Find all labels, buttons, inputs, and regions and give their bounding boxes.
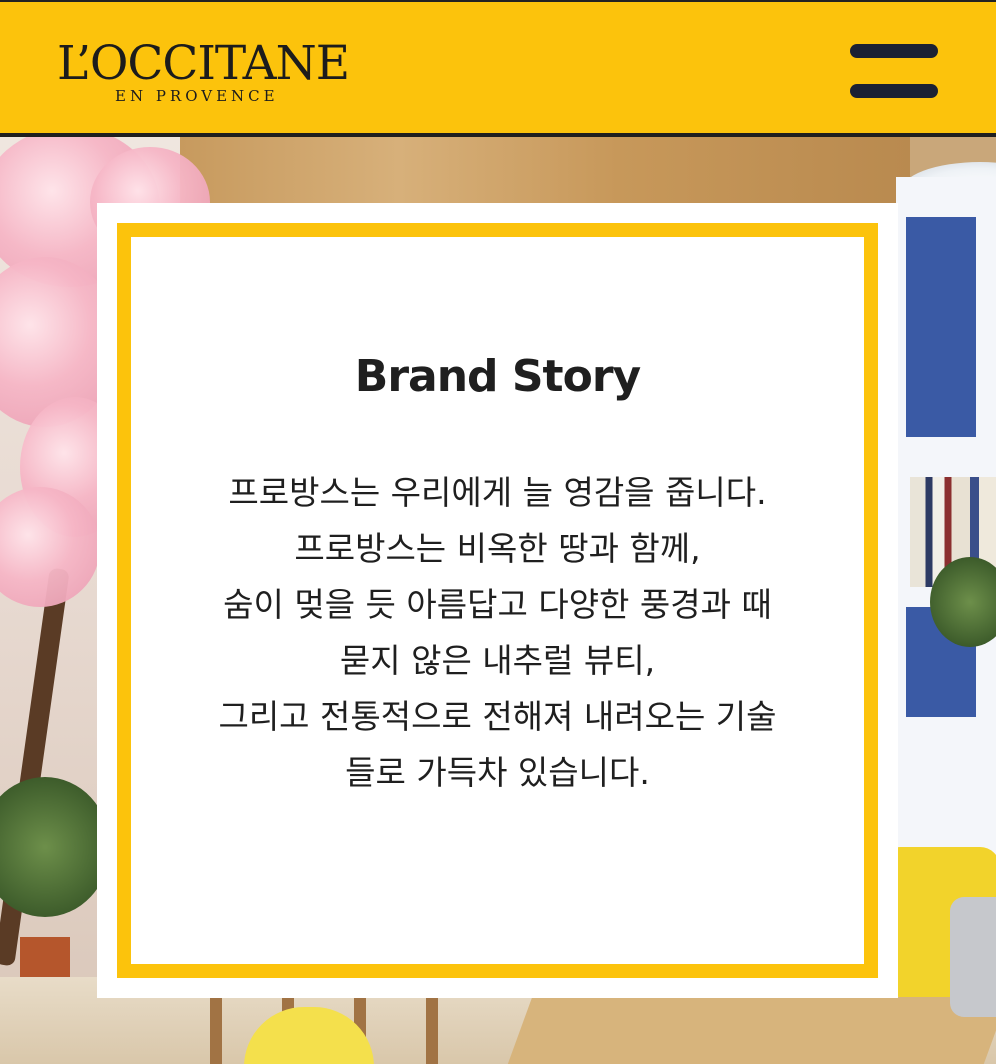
photo-table bbox=[507, 997, 996, 1064]
menu-bar-top bbox=[850, 44, 938, 58]
brand-story-text: 프로방스는 우리에게 늘 영감을 줍니다. 프로방스는 비옥한 땅과 함께, 숨… bbox=[212, 465, 783, 801]
site-header: L’OCCITANE EN PROVENCE bbox=[0, 0, 996, 137]
menu-bar-bottom bbox=[850, 84, 938, 98]
brand-story-line: 프로방스는 우리에게 늘 영감을 줍니다. bbox=[228, 473, 767, 512]
logo-tagline: EN PROVENCE bbox=[115, 87, 279, 105]
brand-story-title: Brand Story bbox=[354, 351, 641, 402]
brand-logo[interactable]: L’OCCITANE EN PROVENCE bbox=[57, 34, 377, 112]
photo-grey-pillow bbox=[950, 897, 996, 1017]
brand-story-line: 프로방스는 비옥한 땅과 함께, bbox=[294, 529, 701, 568]
brand-story-card: Brand Story 프로방스는 우리에게 늘 영감을 줍니다. 프로방스는 … bbox=[97, 203, 898, 998]
hamburger-menu-icon[interactable] bbox=[846, 40, 942, 104]
logo-wordmark: L’OCCITANE bbox=[57, 36, 350, 91]
brand-story-line: 숨이 멎을 듯 아름답고 다양한 풍경과 때묻지 않은 내추럴 뷰티, bbox=[223, 585, 772, 680]
brand-story-line: 그리고 전통적으로 전해져 내려오는 기술들로 가득차 있습니다. bbox=[218, 697, 777, 792]
photo-blue-shelf-top bbox=[906, 217, 976, 437]
